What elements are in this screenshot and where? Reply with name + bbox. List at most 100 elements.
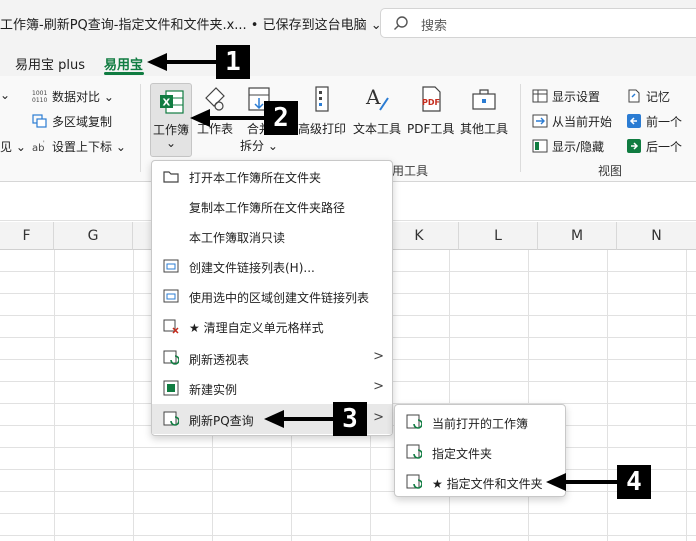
multi-area-copy-button[interactable]: 多区域复制 [32, 113, 112, 130]
callout-arrow-1 [147, 53, 220, 71]
menu-item-specified-folder[interactable]: 指定文件夹 [395, 437, 565, 467]
callout-badge-4: 4 [617, 465, 651, 499]
column-header-n[interactable]: N [617, 222, 696, 250]
show-hide-label: 显示/隐藏 [552, 140, 605, 154]
text-tools-icon: A [365, 85, 389, 111]
advanced-print-label: 高级打印 [298, 122, 347, 136]
refresh-pq-icon [406, 444, 422, 459]
arrow-right-icon [627, 139, 641, 153]
search-icon [393, 15, 409, 34]
superscript-icon: ab' [32, 140, 45, 153]
callout-arrow-3 [264, 410, 338, 428]
svg-text:X: X [163, 98, 171, 109]
svg-text:1001: 1001 [32, 90, 47, 97]
set-up-down-label: 设置上下标 ⌄ [52, 140, 126, 154]
remember-label: 记忆 [646, 90, 671, 104]
new-instance-icon [163, 380, 179, 396]
column-header-f[interactable]: F [0, 222, 54, 250]
folder-icon [163, 171, 179, 183]
multi-area-copy-icon [32, 114, 47, 128]
chevron-down-icon: ⌄ [166, 136, 177, 150]
data-compare-button[interactable]: 1001 0110 数据对比 ⌄ [32, 88, 114, 105]
pdf-icon: PDF [422, 86, 441, 112]
toolbox-icon [472, 89, 496, 110]
split-label: 拆分 ⌄ [240, 139, 278, 153]
link-list-icon [163, 289, 179, 303]
remember-icon [628, 89, 640, 103]
workbook-menu: 打开本工作簿所在文件夹 复制本工作簿所在文件夹路径 本工作簿取消只读 创建文件链… [151, 160, 393, 436]
set-up-down-button[interactable]: ab ' 设置上下标 ⌄ [32, 138, 126, 155]
workbook-button[interactable]: X 工作簿 ⌄ [150, 83, 192, 157]
text-tools-button[interactable]: A 文本工具 [353, 84, 401, 137]
display-settings-button[interactable]: 显示设置 [532, 88, 600, 105]
refresh-pq-icon [406, 474, 422, 489]
menu-item-new-instance[interactable]: 新建实例 > [152, 373, 392, 403]
arrow-left-icon [627, 114, 641, 128]
menu-item-copy-folder-path[interactable]: 复制本工作簿所在文件夹路径 [152, 191, 392, 221]
callout-badge-3: 3 [333, 402, 367, 436]
title-bar: 工作簿-刷新PQ查询-指定文件和文件夹.x... • 已保存到这台电脑 ⌄ 搜索 [0, 0, 696, 46]
refresh-pq-icon [406, 414, 422, 429]
callout-arrow-4 [546, 473, 620, 491]
chevron-right-icon: > [373, 379, 384, 394]
tab-yiyongbao[interactable]: 易用宝 [104, 54, 143, 73]
search-input[interactable]: 搜索 [380, 8, 696, 38]
data-compare-label: 数据对比 ⌄ [52, 90, 114, 104]
chevron-down-icon[interactable]: ⌄ [0, 88, 10, 102]
view-group-label: 视图 [598, 164, 623, 178]
callout-badge-2: 2 [264, 101, 298, 135]
search-placeholder: 搜索 [421, 19, 448, 34]
ribbon-tabs: 易用宝 plus 易用宝 [0, 46, 696, 76]
excel-icon: X [160, 90, 184, 114]
svg-text:': ' [43, 140, 45, 147]
menu-item-create-link-list[interactable]: 创建文件链接列表(H)... [152, 251, 392, 281]
other-tools-label: 其他工具 [460, 122, 509, 136]
advanced-print-button[interactable]: 高级打印 [298, 84, 346, 137]
prev-button[interactable]: 前一个 [626, 113, 682, 130]
callout-badge-1: 1 [216, 45, 250, 79]
tools-group-label: 用工具 [392, 164, 429, 178]
menu-item-current-open-workbooks[interactable]: 当前打开的工作簿 [395, 407, 565, 437]
show-hide-button[interactable]: 显示/隐藏 [532, 138, 604, 155]
from-current-button[interactable]: 从当前开始 [532, 113, 612, 130]
from-current-label: 从当前开始 [552, 115, 613, 129]
from-current-icon [532, 114, 548, 128]
refresh-pivot-icon [163, 350, 179, 365]
chevron-right-icon: > [373, 349, 384, 364]
ribbon-separator [140, 84, 141, 172]
text-tools-label: 文本工具 [353, 122, 402, 136]
menu-item-clean-styles[interactable]: ★ 清理自定义单元格样式 [152, 311, 392, 341]
edge-dropdown[interactable]: 见 ⌄ [0, 138, 26, 155]
window-title: 工作簿-刷新PQ查询-指定文件和文件夹.x... • 已保存到这台电脑 ⌄ [0, 18, 382, 33]
column-header-g[interactable]: G [54, 222, 133, 250]
pdf-tools-label: PDF工具 [407, 122, 455, 136]
menu-item-cancel-readonly[interactable]: 本工作簿取消只读 [152, 221, 392, 251]
remember-button[interactable]: 记忆 [626, 88, 670, 105]
callout-arrow-2 [190, 109, 268, 127]
svg-text:PDF: PDF [422, 98, 440, 107]
menu-item-create-link-list-selection[interactable]: 使用选中的区域创建文件链接列表 [152, 281, 392, 311]
tab-yiyongbao-plus[interactable]: 易用宝 plus [15, 54, 85, 73]
other-tools-button[interactable]: 其他工具 [460, 84, 508, 137]
svg-text:A: A [365, 85, 381, 109]
column-header-l[interactable]: L [459, 222, 538, 250]
next-label: 后一个 [646, 140, 683, 154]
menu-item-open-folder[interactable]: 打开本工作簿所在文件夹 [152, 161, 392, 191]
chevron-right-icon: > [373, 410, 384, 425]
multi-area-copy-label: 多区域复制 [52, 115, 113, 129]
ribbon-separator [520, 84, 521, 172]
data-compare-icon: 10010110 [32, 90, 47, 103]
refresh-pq-submenu: 当前打开的工作簿 指定文件夹 ★ 指定文件和文件夹 [394, 404, 566, 497]
printer-list-icon [315, 86, 329, 112]
column-header-m[interactable]: M [538, 222, 617, 250]
pdf-tools-button[interactable]: PDF PDF工具 [407, 84, 454, 137]
link-list-icon [163, 259, 179, 273]
prev-label: 前一个 [646, 115, 683, 129]
show-hide-icon [532, 139, 548, 153]
display-settings-label: 显示设置 [552, 90, 601, 104]
menu-item-refresh-pivot[interactable]: 刷新透视表 > [152, 343, 392, 373]
svg-text:0110: 0110 [32, 97, 47, 103]
next-button[interactable]: 后一个 [626, 138, 682, 155]
menu-item-specified-files-and-folders[interactable]: ★ 指定文件和文件夹 [395, 467, 565, 497]
clean-styles-icon [163, 319, 179, 334]
